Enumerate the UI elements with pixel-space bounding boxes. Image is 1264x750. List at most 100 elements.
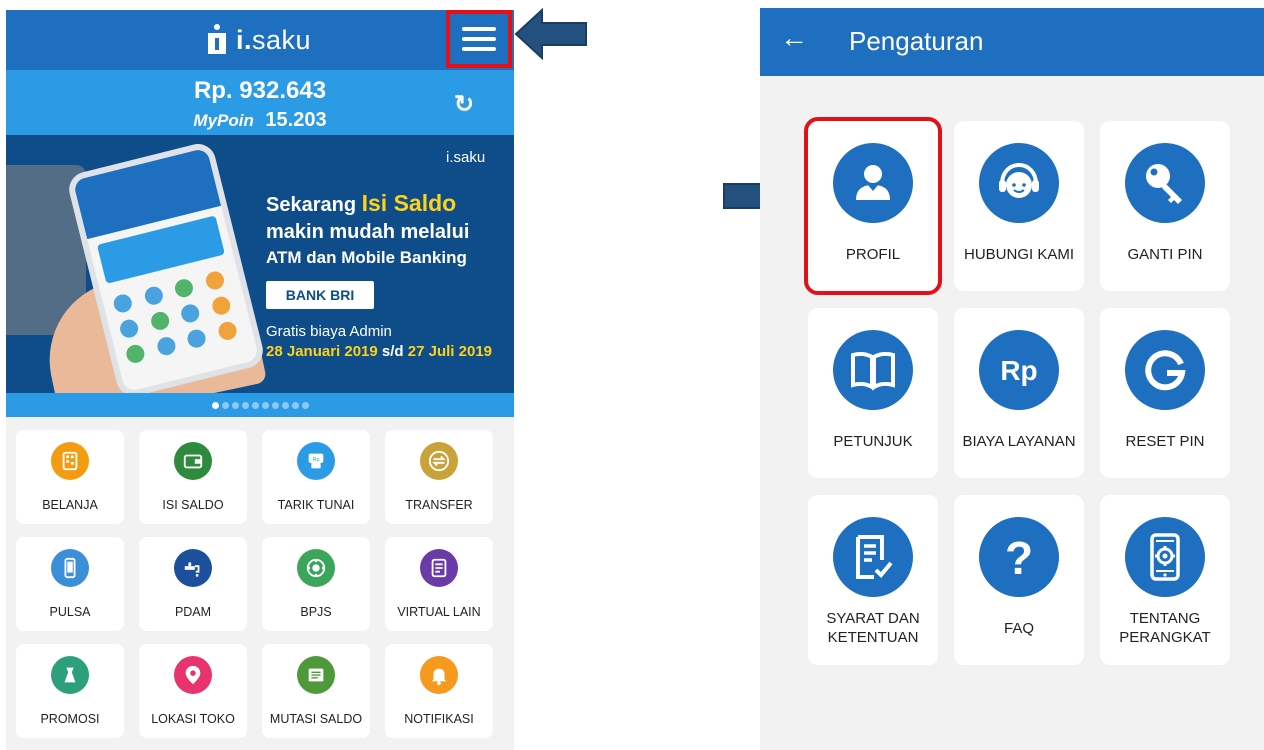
app-name-rest: saku — [252, 24, 312, 55]
menu-tile-pdam[interactable]: PDAM — [139, 537, 247, 631]
key-icon — [1125, 143, 1205, 223]
carousel-dot[interactable] — [291, 401, 299, 409]
location-icon — [174, 656, 212, 694]
menu-tile-lokasi-toko[interactable]: LOKASI TOKO — [139, 644, 247, 738]
menu-tile-label: TARIK TUNAI — [277, 498, 355, 512]
menu-tile-label: BPJS — [300, 605, 332, 619]
menu-tile-mutasi-saldo[interactable]: MUTASI SALDO — [262, 644, 370, 738]
menu-tile-promosi[interactable]: PROMOSI — [16, 644, 124, 738]
settings-tile-label: TENTANG PERANGKAT — [1119, 610, 1211, 646]
menu-tile-belanja[interactable]: BELANJA — [16, 430, 124, 524]
banner-brand-logo: i.saku — [446, 149, 486, 166]
settings-tile-biaya-layanan[interactable]: Rp BIAYA LAYANAN — [954, 308, 1084, 478]
settings-tile-label: HUBUNGI KAMI — [963, 246, 1074, 263]
svg-text:?: ? — [1005, 532, 1033, 582]
carousel-pagination-dots[interactable] — [6, 393, 514, 417]
banner-headline: Sekarang Isi Saldo — [266, 190, 457, 216]
reset-icon — [1125, 330, 1205, 410]
rupiah-icon: Rp — [979, 330, 1059, 410]
menu-tile-isi-saldo[interactable]: ISI SALDO — [139, 430, 247, 524]
banner-date-range: 28 Januari 2019 s/d 27 Juli 2019 — [266, 343, 493, 360]
settings-tile-label: FAQ — [1003, 620, 1034, 637]
carousel-dot[interactable] — [211, 401, 219, 409]
bpjs-icon — [297, 549, 335, 587]
settings-tile-hubungi-kami[interactable]: HUBUNGI KAMI — [954, 121, 1084, 291]
headset-icon — [979, 143, 1059, 223]
menu-tile-label: NOTIFIKASI — [404, 712, 474, 726]
menu-tile-label: PULSA — [49, 605, 91, 619]
settings-tile-label: SYARAT DAN KETENTUAN — [826, 610, 920, 646]
mypoin-row: MyPoin 15.203 — [6, 109, 514, 132]
settings-screen: ← Pengaturan PROFIL HUBUNGI KAMI GANTI PIN… — [760, 8, 1264, 750]
promo-icon — [51, 656, 89, 694]
promo-banner[interactable]: i.saku Sekarang Isi Saldo makin mudah me… — [6, 135, 514, 393]
carousel-dot[interactable] — [281, 401, 289, 409]
banner-line-4: Gratis biaya Admin — [266, 323, 392, 340]
back-arrow-icon[interactable]: ← — [780, 22, 808, 54]
settings-grid: PROFIL HUBUNGI KAMI GANTI PIN PETUNJUK Rp BIA… — [804, 117, 1230, 665]
settings-tile-reset-pin[interactable]: RESET PIN — [1100, 308, 1230, 478]
settings-tile-label: PETUNJUK — [833, 433, 913, 450]
carousel-dot[interactable] — [241, 401, 249, 409]
carousel-dot[interactable] — [271, 401, 279, 409]
menu-tile-notifikasi[interactable]: NOTIFIKASI — [385, 644, 493, 738]
menu-tile-virtual-lain[interactable]: VIRTUAL LAIN — [385, 537, 493, 631]
document-icon — [420, 549, 458, 587]
banner-line-2: makin mudah melalui — [266, 221, 470, 243]
top-app-bar: i.saku — [6, 10, 514, 70]
device-settings-icon — [1125, 517, 1205, 597]
menu-tile-label: PDAM — [174, 605, 212, 619]
menu-tile-tarik-tunai[interactable]: Rp TARIK TUNAI — [262, 430, 370, 524]
menu-tile-label: MUTASI SALDO — [269, 712, 363, 726]
menu-tile-label: PROMOSI — [40, 712, 100, 726]
isaku-logo-icon — [208, 24, 226, 54]
mypoin-value: 15.203 — [265, 109, 327, 131]
carousel-dot[interactable] — [231, 401, 239, 409]
statement-icon — [297, 656, 335, 694]
phone-icon — [51, 549, 89, 587]
carousel-dot[interactable] — [251, 401, 259, 409]
faucet-icon — [174, 549, 212, 587]
carousel-dot[interactable] — [221, 401, 229, 409]
atm-icon: Rp — [297, 442, 335, 480]
screenshot-stage: i.saku Rp. 932.643 MyPoin 15.203 ↻ i.sak… — [0, 0, 1264, 750]
transfer-icon — [420, 442, 458, 480]
mypoin-logo: MyPoin — [193, 111, 254, 130]
wallet-icon — [174, 442, 212, 480]
terms-icon — [833, 517, 913, 597]
refresh-icon[interactable]: ↻ — [454, 90, 474, 119]
wallet-home-screen: i.saku Rp. 932.643 MyPoin 15.203 ↻ i.sak… — [6, 10, 514, 750]
settings-tile-label: BIAYA LAYANAN — [962, 433, 1076, 450]
left-pointing-arrow-icon — [514, 8, 587, 60]
menu-tile-pulsa[interactable]: PULSA — [16, 537, 124, 631]
settings-tile-syarat-dan-ketentuan[interactable]: SYARAT DAN KETENTUAN — [808, 495, 938, 665]
bell-icon — [420, 656, 458, 694]
hamburger-menu-button[interactable] — [446, 10, 512, 68]
banner-line-3: ATM dan Mobile Banking — [266, 248, 467, 267]
menu-tile-label: ISI SALDO — [162, 498, 224, 512]
settings-tile-label: RESET PIN — [1125, 433, 1205, 450]
menu-tile-transfer[interactable]: TRANSFER — [385, 430, 493, 524]
menu-tile-label: LOKASI TOKO — [151, 712, 235, 726]
settings-tile-label: GANTI PIN — [1127, 246, 1203, 263]
svg-text:Rp: Rp — [1000, 355, 1037, 386]
balance-amount: Rp. 932.643 — [193, 77, 327, 104]
app-logo: i.saku — [206, 22, 311, 58]
settings-tile-ganti-pin[interactable]: GANTI PIN — [1100, 121, 1230, 291]
balance-panel: Rp. 932.643 MyPoin 15.203 ↻ — [6, 70, 514, 135]
settings-tile-tentang-perangkat[interactable]: TENTANG PERANGKAT — [1100, 495, 1230, 665]
carousel-dot[interactable] — [301, 401, 309, 409]
settings-tile-petunjuk[interactable]: PETUNJUK — [808, 308, 938, 478]
settings-tile-profil[interactable]: PROFIL — [804, 117, 942, 295]
settings-tile-faq[interactable]: ? FAQ — [954, 495, 1084, 665]
banner-headline-highlight: Isi Saldo — [361, 190, 457, 216]
settings-tile-label: PROFIL — [845, 246, 901, 263]
menu-tile-label: BELANJA — [42, 498, 98, 512]
carousel-dot[interactable] — [261, 401, 269, 409]
menu-tile-label: VIRTUAL LAIN — [397, 605, 481, 619]
page-title: Pengaturan — [849, 26, 984, 56]
menu-tile-bpjs[interactable]: BPJS — [262, 537, 370, 631]
settings-app-bar: ← Pengaturan — [760, 8, 1264, 76]
service-menu-grid: BELANJA ISI SALDO Rp TARIK TUNAI TRANSFER PUL… — [16, 430, 504, 738]
question-icon: ? — [979, 517, 1059, 597]
